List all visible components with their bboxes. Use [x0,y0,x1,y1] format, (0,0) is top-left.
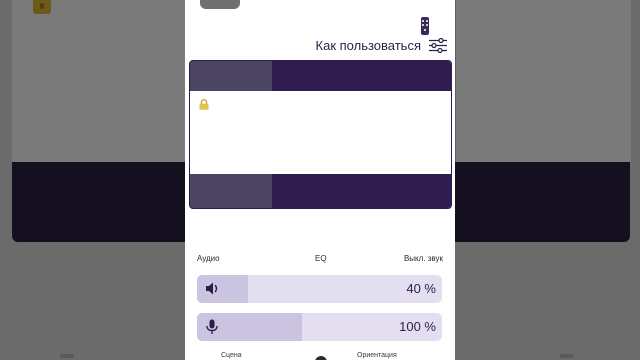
background-dark-band-right [455,162,630,242]
background-bottom-item [60,354,74,358]
background-lock-icon [33,0,51,14]
microphone-slider[interactable]: 100 % [197,313,442,341]
background-dark-band-left [12,162,185,242]
microphone-value: 100 % [399,319,436,334]
preview-bottom-band [190,174,451,208]
background-bottom-item [560,354,574,358]
background-app-right [455,0,631,163]
how-to-use-label: Как пользоваться [315,38,421,53]
volume-value: 40 % [406,281,436,296]
scene-option[interactable]: Сцена [221,352,242,359]
speaker-icon [206,282,218,295]
remote-control-icon[interactable] [421,17,429,35]
background-app-left [12,0,188,163]
bottom-options-row: Сцена Ориентация [185,352,455,360]
audio-tabs: Аудио EQ Выкл. звук [197,254,443,266]
tab-eq[interactable]: EQ [315,254,327,263]
tab-audio[interactable]: Аудио [197,254,220,263]
orientation-option[interactable]: Ориентация [357,352,397,359]
preview-top-band [190,61,451,91]
microphone-icon [206,319,218,334]
center-toggle-icon[interactable] [315,356,327,360]
sliders-icon [429,38,447,53]
video-preview[interactable] [189,60,452,209]
mute-toggle[interactable]: Выкл. звук [404,254,443,263]
lock-icon [199,99,209,110]
preview-top-shade [190,61,272,91]
volume-slider[interactable]: 40 % [197,275,442,303]
audio-settings-panel: Как пользоваться Аудио EQ Выкл. звук 40 … [185,0,455,360]
preview-bottom-shade [190,174,272,208]
how-to-use-button[interactable]: Как пользоваться [316,38,447,53]
sheet-handle[interactable] [200,0,240,9]
